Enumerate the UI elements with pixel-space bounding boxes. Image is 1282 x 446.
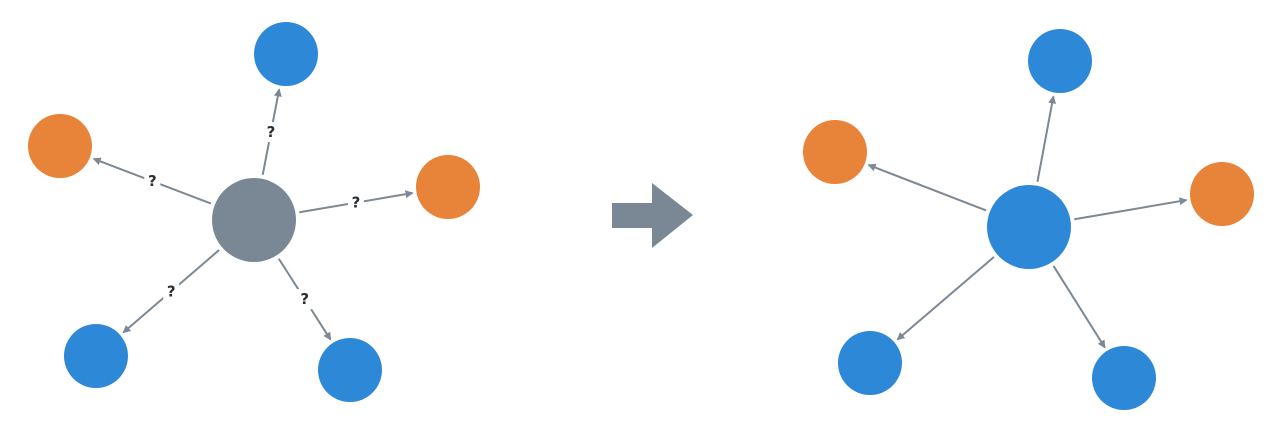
node-leaf-bottom-left xyxy=(838,331,902,395)
edge-label-question: ? xyxy=(267,123,276,141)
node-leaf-bottom-right xyxy=(1092,346,1156,410)
node-leaf-left xyxy=(28,114,92,178)
diagram-svg: ????? xyxy=(28,22,1254,410)
node-leaf-top xyxy=(1028,29,1092,93)
graph-after xyxy=(803,29,1254,410)
node-leaf-bottom-left xyxy=(64,324,128,388)
right-arrow-icon xyxy=(612,183,693,248)
transition-arrow xyxy=(612,183,693,248)
center-node xyxy=(212,178,296,262)
diagram-canvas: ????? xyxy=(0,0,1282,446)
node-leaf-top xyxy=(254,22,318,86)
edge-leaf-right xyxy=(1074,197,1188,221)
edge-label-question: ? xyxy=(167,282,176,300)
edge-leaf-bottom-right xyxy=(1052,265,1106,349)
edge-leaf-top xyxy=(1036,95,1057,182)
center-node xyxy=(987,185,1071,269)
edge-label-question: ? xyxy=(148,172,157,190)
edge-label-question: ? xyxy=(352,194,361,212)
edge-leaf-bottom-left xyxy=(896,256,995,341)
node-leaf-right xyxy=(1190,162,1254,226)
edge-leaf-left xyxy=(867,163,987,212)
edge-label-question: ? xyxy=(300,290,309,308)
graph-before: ????? xyxy=(28,22,480,402)
node-leaf-left xyxy=(803,120,867,184)
node-leaf-right xyxy=(416,155,480,219)
node-leaf-bottom-right xyxy=(318,338,382,402)
